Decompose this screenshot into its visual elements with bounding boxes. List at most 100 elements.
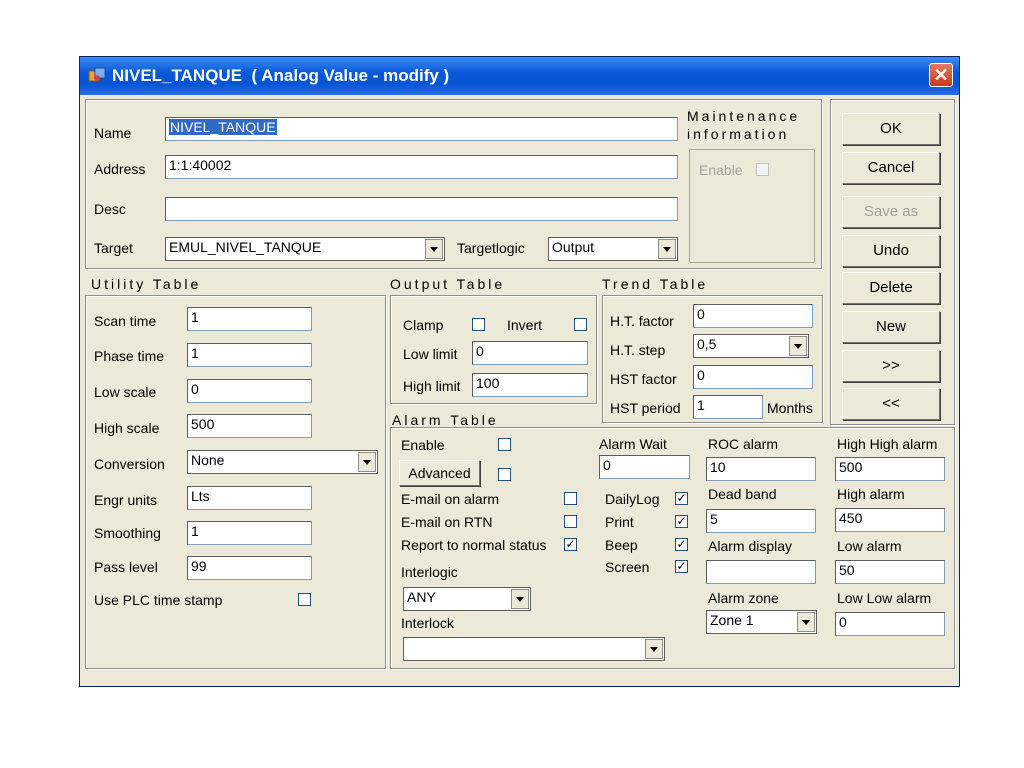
interlogic-select[interactable]: ANY (403, 587, 531, 611)
ok-button[interactable]: OK (842, 113, 940, 145)
hst-period-input[interactable]: 1 (693, 395, 763, 419)
alarm-display-input[interactable] (706, 560, 816, 584)
report-normal-label: Report to normal status (401, 537, 547, 553)
high-limit-input[interactable]: 100 (472, 373, 588, 397)
alarm-wait-input[interactable]: 0 (599, 455, 690, 479)
low-alarm-input[interactable]: 50 (835, 560, 945, 584)
screen-checkbox[interactable]: ✓ (675, 560, 688, 573)
window-title: NIVEL_TANQUE ( Analog Value - modify ) (112, 66, 450, 85)
conversion-value: None (191, 452, 225, 468)
chevron-down-icon[interactable] (797, 612, 815, 632)
alarm-table-title: Alarm Table (392, 412, 499, 428)
target-select[interactable]: EMUL_NIVEL_TANQUE (165, 237, 445, 261)
low-alarm-label: Low alarm (837, 538, 902, 554)
low-scale-label: Low scale (94, 384, 157, 400)
ht-step-label: H.T. step (610, 342, 666, 358)
beep-checkbox[interactable]: ✓ (675, 538, 688, 551)
low-low-alarm-input[interactable]: 0 (835, 612, 945, 636)
print-label: Print (605, 514, 634, 530)
advanced-button[interactable]: Advanced (399, 460, 480, 486)
low-low-alarm-label: Low Low alarm (837, 590, 932, 606)
targetlogic-label: Targetlogic (457, 240, 525, 256)
low-limit-label: Low limit (403, 346, 458, 362)
maintenance-enable-label: Enable (699, 162, 743, 178)
hst-factor-label: HST factor (610, 371, 677, 387)
alarm-enable-checkbox[interactable] (498, 438, 511, 451)
name-input[interactable]: NIVEL_TANQUE (165, 117, 678, 141)
clamp-checkbox[interactable] (472, 318, 485, 331)
dead-band-label: Dead band (708, 486, 777, 502)
name-label: Name (94, 125, 132, 141)
chevron-down-icon[interactable] (358, 452, 376, 472)
address-input[interactable]: 1:1:40002 (165, 155, 678, 179)
chevron-down-icon[interactable] (425, 239, 443, 259)
alarm-zone-select[interactable]: Zone 1 (706, 610, 817, 634)
interlock-label: Interlock (401, 615, 454, 631)
print-checkbox[interactable]: ✓ (675, 515, 688, 528)
scan-time-input[interactable]: 1 (187, 307, 312, 331)
engr-units-input[interactable]: Lts (187, 486, 312, 510)
delete-button[interactable]: Delete (842, 272, 940, 304)
conversion-select[interactable]: None (187, 450, 378, 474)
address-label: Address (94, 161, 146, 177)
interlock-select[interactable] (403, 637, 665, 661)
hst-factor-input[interactable]: 0 (693, 365, 813, 389)
interlogic-label: Interlogic (401, 564, 458, 580)
target-label: Target (94, 240, 133, 256)
high-high-alarm-input[interactable]: 500 (835, 457, 945, 481)
low-scale-input[interactable]: 0 (187, 379, 312, 403)
plc-stamp-checkbox[interactable] (298, 593, 311, 606)
save-as-button[interactable]: Save as (842, 196, 940, 228)
desc-label: Desc (94, 201, 126, 217)
dead-band-input[interactable]: 5 (706, 509, 816, 533)
roc-alarm-input[interactable]: 10 (706, 457, 816, 481)
app-icon (88, 67, 106, 82)
chevron-down-icon[interactable] (658, 239, 676, 259)
utility-table-title: Utility Table (91, 276, 202, 292)
report-normal-checkbox[interactable]: ✓ (564, 538, 577, 551)
analog-value-dialog: NIVEL_TANQUE ( Analog Value - modify ) ✕… (79, 56, 960, 687)
chevron-down-icon[interactable] (511, 589, 529, 609)
high-alarm-input[interactable]: 450 (835, 508, 945, 532)
smoothing-label: Smoothing (94, 525, 161, 541)
high-scale-label: High scale (94, 420, 160, 436)
dailylog-checkbox[interactable]: ✓ (675, 492, 688, 505)
beep-label: Beep (605, 537, 638, 553)
high-scale-input[interactable]: 500 (187, 414, 312, 438)
alarm-enable-label: Enable (401, 437, 445, 453)
desc-input[interactable] (165, 197, 678, 221)
email-rtn-label: E-mail on RTN (401, 514, 493, 530)
plc-stamp-label: Use PLC time stamp (94, 592, 223, 608)
interlogic-value: ANY (407, 589, 436, 605)
ht-factor-input[interactable]: 0 (693, 304, 813, 328)
maintenance-title-2: information (687, 126, 790, 142)
title-bar[interactable]: NIVEL_TANQUE ( Analog Value - modify ) ✕ (80, 57, 959, 95)
engr-units-label: Engr units (94, 492, 158, 508)
close-icon[interactable]: ✕ (929, 63, 953, 87)
next-button[interactable]: >> (842, 350, 940, 382)
chevron-down-icon[interactable] (645, 639, 663, 659)
targetlogic-select[interactable]: Output (548, 237, 678, 261)
smoothing-input[interactable]: 1 (187, 521, 312, 545)
low-limit-input[interactable]: 0 (472, 341, 588, 365)
ht-step-select[interactable]: 0,5 (693, 334, 809, 358)
advanced-checkbox[interactable] (498, 468, 511, 481)
new-button[interactable]: New (842, 311, 940, 343)
phase-time-input[interactable]: 1 (187, 343, 312, 367)
maintenance-enable-checkbox[interactable] (756, 163, 769, 176)
invert-checkbox[interactable] (574, 318, 587, 331)
alarm-zone-value: Zone 1 (710, 612, 754, 628)
prev-button[interactable]: << (842, 388, 940, 420)
targetlogic-value: Output (552, 239, 595, 255)
conversion-label: Conversion (94, 456, 165, 472)
email-rtn-checkbox[interactable] (564, 515, 577, 528)
cancel-button[interactable]: Cancel (842, 152, 940, 184)
months-label: Months (767, 400, 813, 416)
phase-time-label: Phase time (94, 348, 165, 364)
maintenance-title: Maintenance (687, 108, 801, 124)
pass-level-input[interactable]: 99 (187, 556, 312, 580)
trend-table-title: Trend Table (602, 276, 709, 292)
undo-button[interactable]: Undo (842, 235, 940, 267)
chevron-down-icon[interactable] (789, 336, 807, 356)
email-alarm-checkbox[interactable] (564, 492, 577, 505)
